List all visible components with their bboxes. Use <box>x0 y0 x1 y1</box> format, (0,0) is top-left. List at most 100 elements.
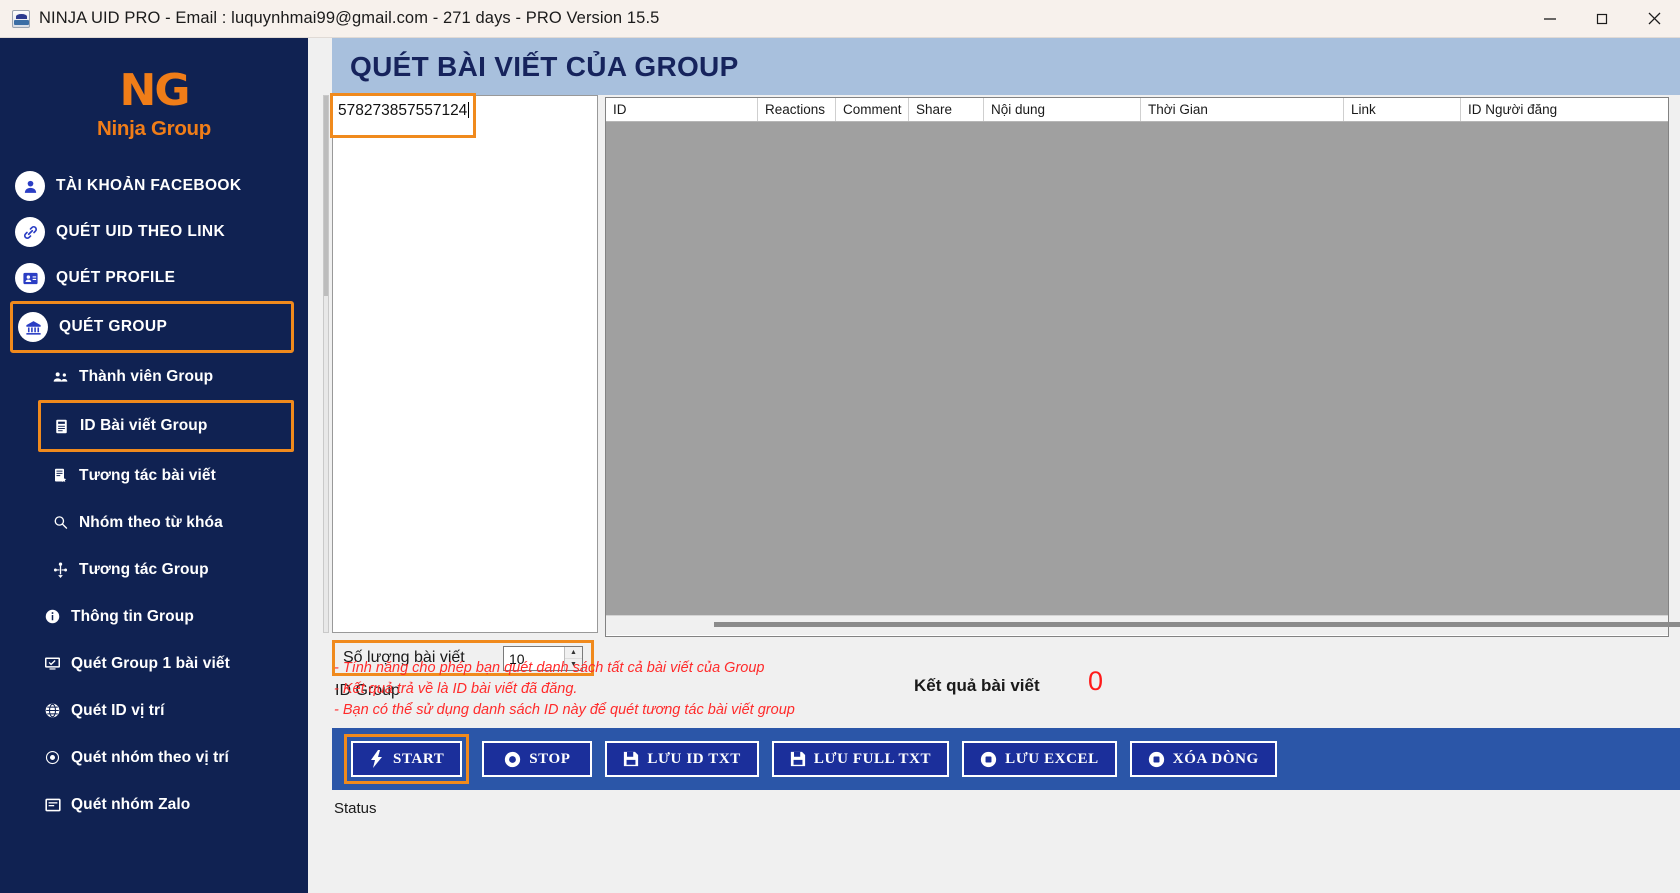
window-title: NINJA UID PRO - Email : luquynhmai99@gma… <box>39 9 660 27</box>
sidebar-subitem-nhom-theo-tu-khoa[interactable]: Nhóm theo từ khóa <box>0 499 308 546</box>
grid-body-empty <box>606 122 1668 615</box>
main-content: QUÉT BÀI VIẾT CỦA GROUP 578273857557124 … <box>308 38 1680 893</box>
delete-row-label: XÓA DÒNG <box>1172 750 1259 767</box>
grid-column-share[interactable]: Share <box>909 98 984 121</box>
sidebar-item-tai-khoan-facebook[interactable]: TÀI KHOẢN FACEBOOK <box>0 163 308 209</box>
action-button-bar: START STOP LƯU ID TXT LƯU FULL TXT LƯU E… <box>332 728 1680 790</box>
sidebar-subitem-label: Thành viên Group <box>79 367 214 385</box>
status-label: Status <box>334 800 377 817</box>
sidebar-subitem-thanh-vien-group[interactable]: Thành viên Group <box>0 353 308 400</box>
start-button-label: START <box>393 750 445 767</box>
close-button[interactable] <box>1628 0 1680 38</box>
application-window: NINJA UID PRO - Email : luquynhmai99@gma… <box>0 0 1680 893</box>
sidebar-subitem-id-bai-viet-group[interactable]: ID Bài viết Group <box>38 400 294 452</box>
grid-horizontal-scrollbar[interactable] <box>606 615 1680 635</box>
stop-circle-icon <box>504 751 521 768</box>
save-id-txt-button[interactable]: LƯU ID TXT <box>605 741 759 777</box>
grid-column-link[interactable]: Link <box>1344 98 1461 121</box>
grid-column-id[interactable]: ID <box>606 98 758 121</box>
sidebar-subitem-label: Quét Group 1 bài viết <box>71 654 230 672</box>
minimize-button[interactable] <box>1524 0 1576 38</box>
zalo-icon <box>44 798 61 812</box>
sidebar-subitem-thong-tin-group[interactable]: Thông tin Group <box>0 593 308 640</box>
monitor-icon <box>44 656 61 671</box>
sidebar-subitem-quet-nhom-zalo[interactable]: Quét nhóm Zalo <box>0 781 308 828</box>
lightning-icon <box>369 750 385 768</box>
sidebar-subitem-quet-id-vi-tri[interactable]: Quét ID vị trí <box>0 687 308 734</box>
target-icon <box>44 750 61 765</box>
brand-logo: NG Ninja Group <box>0 38 308 163</box>
result-label: Kết quả bài viết <box>914 676 1040 695</box>
members-icon <box>52 370 69 384</box>
sidebar-item-quet-group[interactable]: QUÉT GROUP <box>10 301 294 353</box>
save-full-txt-button[interactable]: LƯU FULL TXT <box>771 741 950 777</box>
result-value: 0 <box>1088 666 1104 696</box>
page-header: QUÉT BÀI VIẾT CỦA GROUP <box>332 38 1680 95</box>
save-excel-label: LƯU EXCEL <box>1005 750 1099 767</box>
sidebar-item-quet-uid-theo-link[interactable]: QUÉT UID THEO LINK <box>0 209 308 255</box>
help-note-line: - Kết quả trả về là ID bài viết đã đăng. <box>334 681 578 697</box>
sidebar-subitem-label: ID Bài viết Group <box>80 417 208 434</box>
grid-column-thoi-gian[interactable]: Thời Gian <box>1141 98 1344 121</box>
sidebar-subitem-label: Quét nhóm theo vị trí <box>71 748 229 766</box>
info-icon <box>44 609 61 624</box>
save-disk-icon <box>623 751 639 767</box>
group-id-textarea[interactable]: 578273857557124 <box>330 93 598 633</box>
sidebar-item-label: QUÉT PROFILE <box>56 269 176 286</box>
help-note-line: - Tính năng cho phép bạn quét danh sách … <box>334 660 765 676</box>
group-id-text: 578273857557124 <box>338 102 468 119</box>
post-star-icon <box>52 468 69 483</box>
save-disk-icon <box>790 751 806 767</box>
left-panel-scrollbar[interactable] <box>323 95 329 633</box>
start-button[interactable]: START <box>351 741 463 777</box>
save-excel-button[interactable]: LƯU EXCEL <box>962 741 1117 777</box>
logo-text: Ninja Group <box>96 116 211 140</box>
grid-column-id-nguoi-dang[interactable]: ID Người đăng <box>1461 98 1668 121</box>
bottom-strip <box>332 824 1680 836</box>
page-title: QUÉT BÀI VIẾT CỦA GROUP <box>350 50 739 82</box>
sidebar-subitem-label: Thông tin Group <box>71 607 194 625</box>
globe-icon <box>44 703 61 718</box>
sidebar-item-label: QUÉT GROUP <box>59 318 168 335</box>
help-note-line: - Bạn có thể sử dụng danh sách ID này để… <box>334 702 795 718</box>
logo-mark: NG <box>119 64 191 116</box>
link-icon <box>15 217 45 247</box>
search-icon <box>52 515 69 530</box>
sidebar: NG Ninja Group TÀI KHOẢN FACEBOOK QUÉT U… <box>0 38 308 893</box>
app-icon <box>12 9 30 28</box>
help-notes: - Tính năng cho phép bạn quét danh sách … <box>334 658 795 721</box>
sidebar-subitem-label: Quét nhóm Zalo <box>71 795 191 813</box>
delete-row-button[interactable]: XÓA DÒNG <box>1129 741 1277 777</box>
grid-scrollbar-thumb[interactable] <box>714 622 1680 627</box>
sidebar-subitem-tuong-tac-bai-viet[interactable]: Tương tác bài viết <box>0 452 308 499</box>
text-caret <box>468 102 470 118</box>
results-grid: ID Reactions Comment Share Nội dung Thời… <box>605 97 1680 637</box>
window-title-bar: NINJA UID PRO - Email : luquynhmai99@gma… <box>0 0 1680 38</box>
maximize-button[interactable] <box>1576 0 1628 38</box>
left-input-column: 578273857557124 Số lượng bài viết 10 ▲ ▼… <box>323 93 600 699</box>
grid-column-noi-dung[interactable]: Nội dung <box>984 98 1141 121</box>
sidebar-subitem-label: Nhóm theo từ khóa <box>79 513 223 531</box>
group-icon <box>18 312 48 342</box>
user-circle-icon <box>15 171 45 201</box>
save-id-txt-label: LƯU ID TXT <box>647 750 741 767</box>
save-circle-icon <box>980 751 997 768</box>
sidebar-subitem-quet-group-1-bai-viet[interactable]: Quét Group 1 bài viết <box>0 640 308 687</box>
stop-button[interactable]: STOP <box>482 741 593 777</box>
sidebar-subitem-quet-nhom-theo-vi-tri[interactable]: Quét nhóm theo vị trí <box>0 734 308 781</box>
sidebar-item-quet-profile[interactable]: QUÉT PROFILE <box>0 255 308 301</box>
sidebar-subitem-label: Tương tác bài viết <box>79 466 216 484</box>
sidebar-subitem-tuong-tac-group[interactable]: Tương tác Group <box>0 546 308 593</box>
sidebar-item-label: QUÉT UID THEO LINK <box>56 223 226 240</box>
profile-card-icon <box>15 263 45 293</box>
grid-column-comment[interactable]: Comment <box>836 98 909 121</box>
grid-column-reactions[interactable]: Reactions <box>758 98 836 121</box>
stop-button-label: STOP <box>529 750 571 767</box>
delete-circle-icon <box>1148 751 1165 768</box>
save-full-txt-label: LƯU FULL TXT <box>813 750 932 767</box>
scrollbar-thumb[interactable] <box>324 96 328 296</box>
interaction-icon <box>52 562 69 578</box>
grid-header-row: ID Reactions Comment Share Nội dung Thời… <box>606 98 1668 122</box>
note-icon <box>53 419 70 434</box>
sidebar-subitem-label: Quét ID vị trí <box>71 701 165 719</box>
